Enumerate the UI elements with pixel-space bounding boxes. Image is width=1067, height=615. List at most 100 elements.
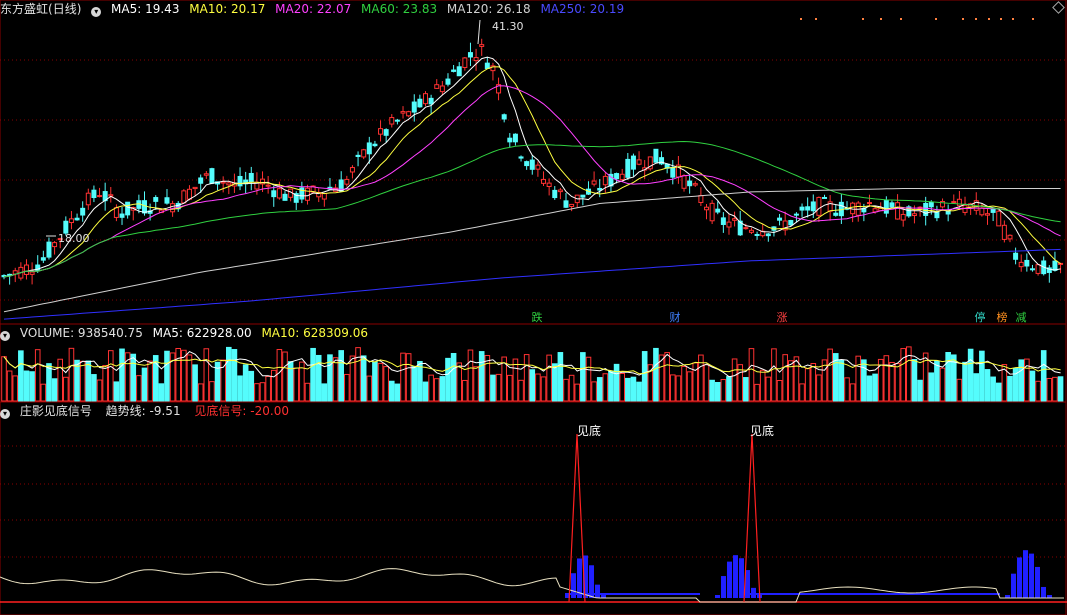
candle-down bbox=[1024, 259, 1030, 267]
ma20-line bbox=[3, 85, 1061, 278]
ma120-label: MA120: 26.18 bbox=[446, 2, 531, 16]
volume-bar-down bbox=[709, 379, 715, 402]
ma60-label: MA60: 23.83 bbox=[361, 2, 438, 16]
marker-ting[interactable]: 停 bbox=[973, 311, 987, 324]
volume-bar-down bbox=[394, 383, 401, 402]
volume-bar-up bbox=[467, 349, 474, 402]
candle-down bbox=[456, 66, 462, 77]
volume-bar-up bbox=[748, 348, 755, 402]
volume-bar-up bbox=[574, 383, 581, 402]
candle-up bbox=[996, 210, 1002, 227]
volume-bar-up bbox=[664, 352, 670, 402]
volume-bar-down bbox=[388, 380, 395, 402]
volume-settings-icon[interactable]: ▾ bbox=[0, 331, 10, 341]
volume-bar-up bbox=[731, 358, 738, 402]
candle-down bbox=[793, 213, 799, 216]
candle-down bbox=[467, 52, 473, 58]
volume-bar-down bbox=[625, 377, 631, 402]
volume-bar-up bbox=[827, 348, 833, 402]
candle-down bbox=[1013, 252, 1019, 260]
candle-down bbox=[153, 197, 159, 202]
candle-down bbox=[597, 187, 603, 191]
volume-bar-up bbox=[1052, 376, 1058, 402]
event-dot bbox=[900, 18, 902, 20]
candle-down bbox=[512, 133, 518, 143]
marker-bang[interactable]: 榜 bbox=[995, 311, 1009, 324]
volume-bar-up bbox=[720, 379, 727, 402]
event-dot bbox=[988, 18, 990, 20]
candle-down bbox=[518, 156, 524, 159]
event-dot bbox=[1012, 18, 1014, 20]
candle-up bbox=[203, 173, 209, 176]
volume-bar-up bbox=[523, 354, 530, 402]
ma5-label: MA5: 19.43 bbox=[111, 2, 180, 16]
volume-bar-down bbox=[608, 370, 614, 402]
volume-bar-down bbox=[743, 377, 749, 402]
candle-down bbox=[35, 264, 41, 272]
volume-bar-down bbox=[984, 369, 991, 402]
marker-cai[interactable]: 财 bbox=[668, 311, 682, 324]
volume-bar-down bbox=[439, 376, 446, 402]
volume-bar-up bbox=[602, 373, 609, 402]
candle-up bbox=[97, 195, 103, 198]
candle-up bbox=[911, 213, 917, 216]
event-dot bbox=[1032, 18, 1034, 20]
volume-bar-down bbox=[1040, 350, 1047, 402]
candle-up bbox=[535, 164, 541, 170]
volume-bar-up bbox=[568, 374, 575, 402]
candle-down bbox=[822, 196, 828, 199]
volume-bar-up bbox=[220, 359, 226, 402]
candle-up bbox=[748, 229, 754, 233]
event-dot bbox=[880, 18, 882, 20]
volume-bar-up bbox=[254, 383, 260, 402]
volume-bar-up bbox=[102, 365, 108, 402]
volume-bar-up bbox=[6, 370, 13, 402]
volume-bar-up bbox=[1, 356, 7, 402]
volume-bar-up bbox=[619, 373, 626, 402]
candle-down bbox=[198, 177, 204, 184]
volume-bar-up bbox=[692, 362, 699, 402]
event-dot bbox=[975, 18, 977, 20]
candle-up bbox=[895, 202, 901, 220]
volume-bar-down bbox=[445, 357, 451, 402]
candle-down bbox=[833, 212, 839, 216]
volume-bar-up bbox=[1046, 377, 1053, 402]
volume-bar-down bbox=[490, 374, 496, 402]
volume-label: VOLUME: 938540.75 bbox=[19, 326, 143, 340]
marker-zhang[interactable]: 涨 bbox=[775, 311, 789, 324]
candle-up bbox=[52, 242, 58, 248]
price-chart bbox=[0, 0, 1067, 324]
volume-bar-up bbox=[12, 375, 19, 402]
indicator-settings-icon[interactable]: ▾ bbox=[0, 409, 10, 419]
volume-bar-up bbox=[270, 369, 277, 402]
indicator-pane-border bbox=[0, 402, 1067, 615]
trend-line bbox=[0, 568, 1064, 603]
volume-bar-down bbox=[18, 350, 24, 402]
volume-bar-down bbox=[450, 352, 457, 402]
volume-bar-down bbox=[248, 370, 255, 402]
candle-up bbox=[344, 178, 350, 185]
volume-bar-down bbox=[962, 361, 968, 402]
volume-bar-down bbox=[911, 359, 918, 402]
event-dot bbox=[800, 18, 802, 20]
candle-down bbox=[883, 199, 889, 214]
candle-down bbox=[40, 257, 46, 261]
volume-bar-up bbox=[186, 354, 193, 402]
candle-up bbox=[956, 198, 962, 207]
volume-bar-up bbox=[209, 381, 215, 402]
settings-circle-icon[interactable]: ▾ bbox=[91, 7, 102, 17]
candle-down bbox=[428, 97, 434, 105]
ma10-label: MA10: 20.17 bbox=[189, 2, 266, 16]
candle-up bbox=[276, 188, 282, 199]
candle-up bbox=[400, 111, 406, 114]
candle-down bbox=[777, 217, 783, 221]
candle-down bbox=[80, 207, 86, 216]
volume-bar-up bbox=[495, 373, 502, 402]
marker-die[interactable]: 跌 bbox=[530, 311, 544, 324]
volume-bar-down bbox=[928, 372, 935, 402]
volume-bar-down bbox=[1007, 375, 1013, 402]
marker-jian[interactable]: 减 bbox=[1014, 311, 1028, 324]
ma20-label: MA20: 22.07 bbox=[275, 2, 352, 16]
volume-bar-up bbox=[804, 368, 811, 402]
volume-bar-down bbox=[872, 373, 878, 402]
